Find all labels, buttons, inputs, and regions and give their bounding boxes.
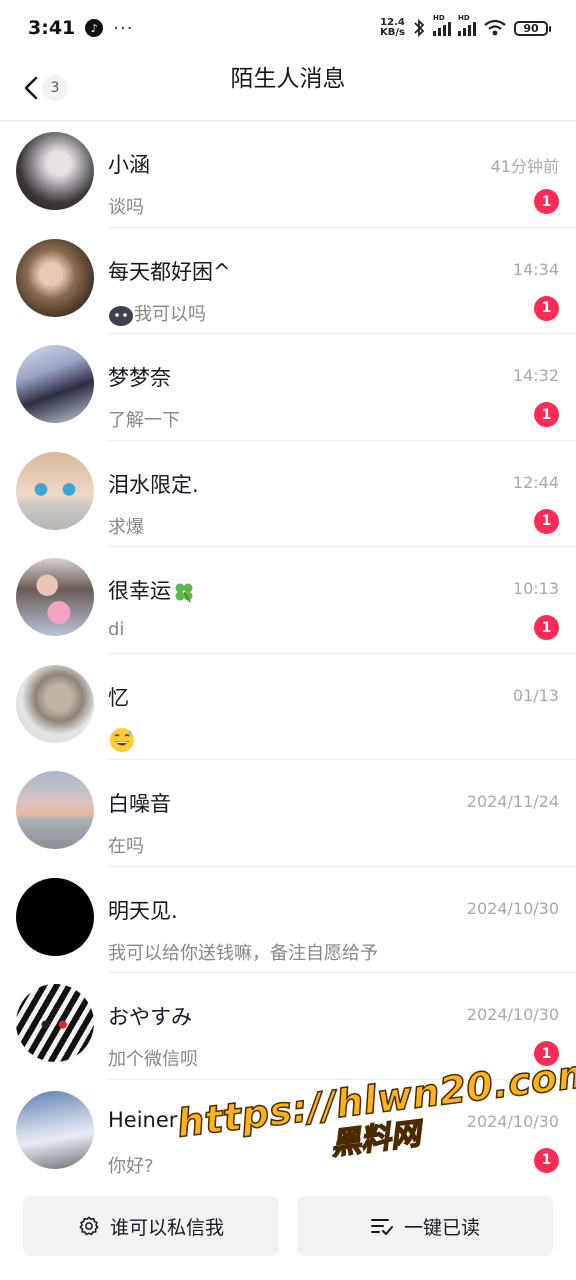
message-time: 10:13 — [512, 579, 559, 598]
tiktok-notification-icon: ♪ — [85, 19, 104, 37]
list-check-icon — [370, 1219, 393, 1235]
message-preview: 谈吗 — [108, 197, 144, 218]
contact-name: 每天都好困^ — [108, 259, 231, 284]
contact-name: 明天见. — [108, 898, 178, 923]
contact-name-text: 很幸运 — [108, 579, 171, 603]
back-chevron-icon — [24, 76, 38, 100]
conversation-row[interactable]: 忆 01/13 — [0, 654, 576, 760]
avatar[interactable] — [16, 771, 94, 849]
signal-2-icon: HD — [458, 14, 476, 36]
signal-1-icon: HD — [433, 14, 451, 36]
mark-all-read-button[interactable]: 一键已读 — [297, 1196, 553, 1256]
message-preview: di — [108, 619, 125, 640]
more-notifications-icon: ··· — [113, 17, 134, 39]
battery-indicator: 90 — [514, 20, 551, 36]
conversation-list: 小涵 谈吗 41分钟前 1 每天都好困^ 我可以吗 14:34 1 梦梦奈 了解… — [0, 121, 576, 1186]
message-time: 2024/11/24 — [466, 792, 559, 811]
message-preview: 求爆 — [108, 516, 144, 538]
conversation-row[interactable]: 泪水限定. 求爆 12:44 1 — [0, 441, 576, 547]
header: 3 陌生人消息 — [0, 56, 576, 121]
who-can-message-me-button[interactable]: 谁可以私信我 — [23, 1196, 279, 1256]
bottom-bar: 谁可以私信我 一键已读 — [0, 1180, 576, 1280]
contact-name: 梦梦奈 — [108, 366, 171, 390]
unread-badge: 1 — [534, 1041, 559, 1066]
conversation-row[interactable]: 每天都好困^ 我可以吗 14:34 1 — [0, 228, 576, 334]
avatar[interactable] — [16, 1090, 94, 1169]
wifi-icon — [484, 19, 506, 36]
four-leaf-clover-icon — [175, 583, 193, 603]
message-time: 01/13 — [512, 685, 559, 705]
unread-badge: 1 — [534, 189, 559, 214]
avatar[interactable] — [16, 132, 94, 210]
contact-name: 白噪音 — [108, 792, 171, 816]
contact-name: おやすみ — [108, 1005, 192, 1029]
message-preview: 在吗 — [108, 836, 144, 857]
unread-badge: 1 — [534, 1147, 559, 1173]
contact-name: Heiner — [108, 1107, 178, 1132]
avatar[interactable] — [16, 664, 94, 743]
network-speed: 12.4 KB/s — [380, 18, 405, 38]
contact-name: 泪水限定. — [108, 472, 199, 497]
message-time: 12:44 — [512, 472, 559, 492]
gear-icon — [79, 1216, 99, 1236]
avatar[interactable] — [16, 238, 94, 317]
message-time: 14:34 — [512, 259, 559, 279]
status-bar: 3:41 ♪ ··· 12.4 KB/s HD HD 90 — [0, 0, 576, 56]
message-time: 2024/10/30 — [466, 1005, 559, 1024]
unread-badge: 1 — [534, 295, 559, 321]
conversation-row[interactable]: おやすみ 加个微信呗 2024/10/30 1 — [0, 973, 576, 1080]
unread-badge: 1 — [534, 402, 559, 427]
who-can-message-me-label: 谁可以私信我 — [109, 1216, 224, 1239]
unread-badge: 1 — [534, 615, 559, 640]
unread-badge: 1 — [534, 508, 559, 534]
bluetooth-icon — [414, 18, 425, 38]
unread-count-badge: 3 — [42, 75, 68, 101]
avatar[interactable] — [16, 451, 94, 530]
conversation-row[interactable]: 梦梦奈 了解一下 14:32 1 — [0, 334, 576, 441]
conversation-row[interactable]: 明天见. 我可以给你送钱嘛，备注自愿给予 2024/10/30 — [0, 867, 576, 973]
back-button[interactable]: 3 — [22, 68, 68, 108]
message-preview: 我可以给你送钱嘛，备注自愿给予 — [108, 942, 378, 964]
blob-emoji-icon — [109, 305, 133, 326]
message-preview-text: 我可以吗 — [134, 303, 206, 325]
message-time: 14:32 — [512, 366, 559, 385]
avatar[interactable] — [16, 984, 94, 1062]
conversation-row[interactable]: 白噪音 在吗 2024/11/24 — [0, 760, 576, 867]
contact-name: 很幸运 — [108, 575, 195, 605]
message-preview: 你好? — [108, 1155, 154, 1177]
contact-name: 小涵 — [108, 153, 150, 177]
mark-all-read-label: 一键已读 — [403, 1216, 480, 1239]
message-time: 41分钟前 — [490, 157, 559, 176]
avatar[interactable] — [16, 877, 94, 956]
message-preview: 加个微信呗 — [108, 1049, 198, 1070]
avatar[interactable] — [16, 558, 94, 636]
conversation-row[interactable]: 很幸运 di 10:13 1 — [0, 547, 576, 654]
network-speed-unit: KB/s — [380, 27, 405, 38]
message-preview — [108, 726, 136, 754]
message-preview: 我可以吗 — [108, 300, 206, 327]
message-preview: 了解一下 — [108, 410, 180, 431]
grinning-sweat-emoji — [110, 727, 134, 752]
contact-name: 忆 — [108, 685, 129, 710]
page-title: 陌生人消息 — [230, 66, 346, 92]
avatar[interactable] — [16, 345, 94, 423]
conversation-row[interactable]: 小涵 谈吗 41分钟前 1 — [0, 121, 576, 228]
message-time: 2024/10/30 — [466, 898, 559, 918]
status-time: 3:41 — [28, 17, 76, 39]
conversation-row[interactable]: Heiner 你好? 2024/10/30 1 — [0, 1080, 576, 1187]
message-time: 2024/10/30 — [466, 1111, 559, 1131]
